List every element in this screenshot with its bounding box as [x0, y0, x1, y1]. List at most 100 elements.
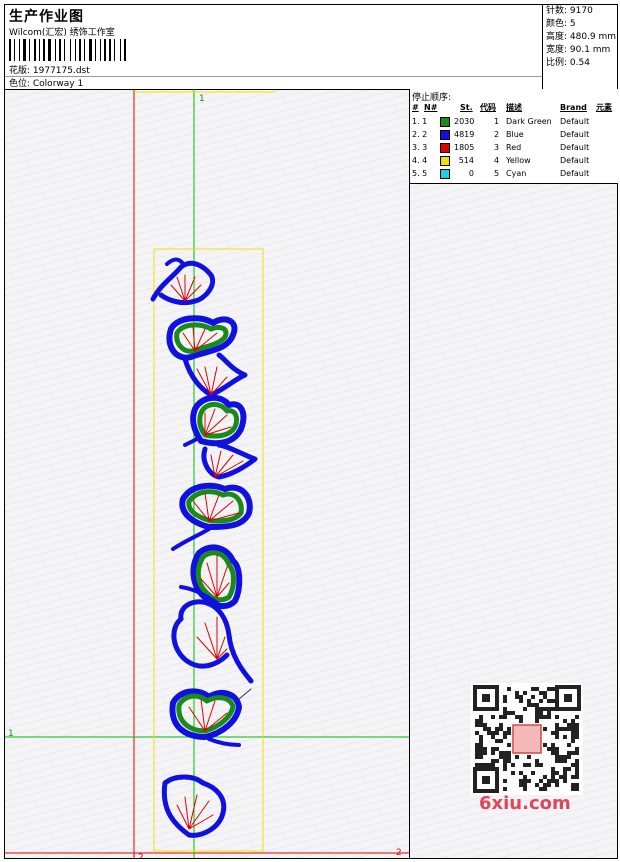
- qr-module: [571, 731, 575, 735]
- qr-module: [555, 723, 559, 727]
- qr-module: [575, 723, 579, 727]
- qr-module: [539, 699, 543, 703]
- qr-module: [559, 727, 563, 731]
- qr-module: [551, 707, 555, 711]
- qr-module: [519, 695, 523, 699]
- qr-module: [575, 735, 579, 739]
- qr-module: [563, 759, 567, 763]
- barcode-bar: [70, 39, 71, 61]
- qr-module: [515, 695, 519, 699]
- qr-module: [555, 759, 559, 763]
- qr-code: [471, 683, 583, 795]
- qr-module: [551, 747, 555, 751]
- qr-module: [479, 743, 483, 747]
- qr-module: [559, 759, 563, 763]
- legend-header-row: # N# St. 代码 描述 Brand 元素: [410, 101, 618, 114]
- qr-module: [551, 767, 555, 771]
- qr-module: [495, 747, 499, 751]
- barcode: [9, 39, 126, 61]
- qr-module: [575, 763, 579, 767]
- qr-module: [491, 715, 495, 719]
- qr-module: [507, 687, 511, 691]
- qr-module: [555, 715, 559, 719]
- qr-module: [483, 763, 487, 767]
- qr-module: [503, 779, 507, 783]
- qr-module: [527, 779, 531, 783]
- col-description: 描述: [506, 103, 522, 112]
- qr-module: [503, 699, 507, 703]
- legend-code: 1: [494, 117, 500, 126]
- qr-module: [523, 779, 527, 783]
- qr-module: [559, 755, 563, 759]
- qr-module: [523, 787, 527, 791]
- qr-module: [555, 731, 559, 735]
- qr-module: [479, 715, 483, 719]
- qr-module: [571, 723, 575, 727]
- color-swatch: [440, 156, 450, 166]
- qr-module: [479, 723, 483, 727]
- col-brand: Brand: [560, 103, 587, 112]
- qr-module: [547, 687, 551, 691]
- qr-module: [575, 759, 579, 763]
- qr-module: [479, 719, 483, 723]
- header-divider: [5, 76, 542, 77]
- qr-module: [575, 767, 579, 771]
- qr-module: [567, 751, 571, 755]
- qr-module: [483, 727, 487, 731]
- qr-module: [555, 727, 559, 731]
- legend-brand: Default: [560, 143, 590, 152]
- qr-module: [551, 775, 555, 779]
- marker-1-top: 1: [199, 94, 205, 104]
- studio-name: Wilcom(汇宏) 绣饰工作室: [9, 28, 115, 38]
- qr-module: [531, 687, 535, 691]
- qr-module: [551, 743, 555, 747]
- qr-module: [539, 763, 543, 767]
- barcode-bar: [14, 39, 15, 61]
- qr-module: [543, 695, 547, 699]
- qr-module: [531, 771, 535, 775]
- legend-brand: Default: [560, 117, 590, 126]
- qr-module: [479, 763, 483, 767]
- marker-1-left: 1: [8, 729, 14, 739]
- qr-module: [495, 739, 499, 743]
- qr-module: [523, 775, 527, 779]
- qr-module: [571, 719, 575, 723]
- design-stats: 针数: 9170 颜色: 5 高度: 480.9 mm 宽度: 90.1 mm …: [542, 5, 618, 89]
- legend-brand: Default: [560, 169, 590, 178]
- qr-module: [491, 747, 495, 751]
- barcode-bar: [84, 39, 85, 61]
- qr-module: [563, 779, 567, 783]
- qr-module: [571, 751, 575, 755]
- legend-code: 3: [494, 143, 500, 152]
- qr-module: [507, 759, 511, 763]
- legend-num: 4. 4: [412, 156, 428, 165]
- qr-module: [507, 743, 511, 747]
- qr-module: [575, 751, 579, 755]
- legend-code: 5: [494, 169, 500, 178]
- leaf-motif-8: [171, 599, 254, 684]
- barcode-bar: [9, 39, 11, 61]
- qr-module: [567, 727, 571, 731]
- qr-module: [535, 759, 539, 763]
- legend-row: 1. 1 2030 1 Dark Green Default: [410, 115, 618, 128]
- qr-module: [503, 763, 507, 767]
- watermark-text: 6xiu.com: [479, 793, 571, 814]
- qr-module: [567, 755, 571, 759]
- barcode-bar: [59, 39, 61, 61]
- legend-stitches: 0: [468, 169, 474, 178]
- qr-module: [491, 759, 495, 763]
- qr-module: [515, 691, 519, 695]
- qr-module: [555, 771, 559, 775]
- qr-module: [531, 703, 535, 707]
- qr-module: [575, 747, 579, 751]
- qr-module: [551, 699, 555, 703]
- qr-module: [523, 763, 527, 767]
- barcode-bar: [95, 39, 96, 61]
- qr-module: [523, 707, 527, 711]
- qr-module: [547, 747, 551, 751]
- qr-module: [511, 771, 515, 775]
- qr-module: [551, 771, 555, 775]
- qr-module: [503, 707, 507, 711]
- qr-module: [563, 771, 567, 775]
- barcode-bar: [55, 39, 56, 61]
